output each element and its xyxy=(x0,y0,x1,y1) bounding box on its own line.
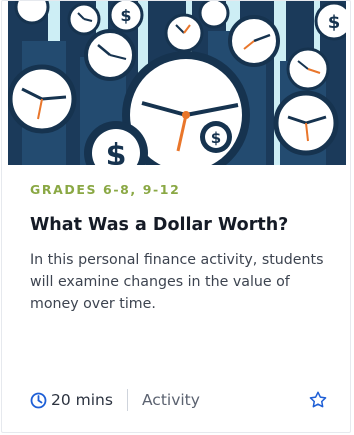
footer-divider xyxy=(126,389,128,411)
star-outline-icon xyxy=(309,391,327,408)
card-illustration: $ $ $ $ xyxy=(8,1,346,165)
card-title[interactable]: What Was a Dollar Worth? xyxy=(30,213,330,237)
clock-icon xyxy=(30,392,47,408)
svg-text:$: $ xyxy=(328,12,341,33)
activity-card[interactable]: $ $ $ $ GRADES 6-8, 9-12 What Was a Doll… xyxy=(1,0,351,433)
svg-text:$: $ xyxy=(120,6,131,25)
card-body: GRADES 6-8, 9-12 What Was a Dollar Worth… xyxy=(30,181,330,315)
svg-text:$: $ xyxy=(106,138,127,165)
svg-text:$: $ xyxy=(211,129,221,147)
card-description: In this personal finance activity, stude… xyxy=(30,252,324,312)
card-footer: 20 mins Activity xyxy=(30,386,330,414)
favorite-button[interactable] xyxy=(306,388,330,412)
grade-level-label: GRADES 6-8, 9-12 xyxy=(30,182,181,197)
resource-type: Activity xyxy=(141,391,200,409)
duration: 20 mins xyxy=(30,391,113,409)
duration-text: 20 mins xyxy=(51,391,113,409)
